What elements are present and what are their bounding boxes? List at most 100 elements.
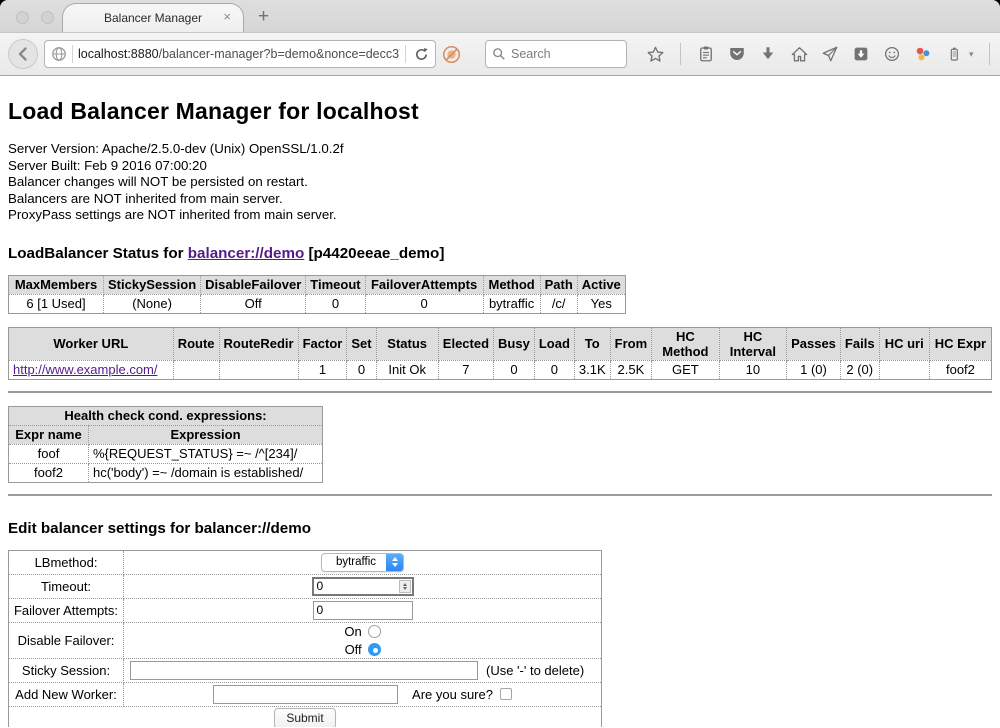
bookmark-star-icon[interactable] <box>645 44 665 64</box>
health-table-title: Health check cond. expressions: <box>9 406 323 425</box>
reload-icon[interactable] <box>411 44 431 64</box>
battery-extension-icon[interactable] <box>944 44 964 64</box>
table-header-row: MaxMembers StickySession DisableFailover… <box>9 275 626 294</box>
add-worker-input[interactable] <box>213 685 398 704</box>
table-row: foof %{REQUEST_STATUS} =~ /^[234]/ <box>9 444 323 463</box>
extension-colordots-icon[interactable] <box>913 44 933 64</box>
col-header: Busy <box>494 327 535 360</box>
form-row-lbmethod: LBmethod: bytraffic <box>9 550 602 574</box>
back-button[interactable] <box>8 39 38 69</box>
number-spinner-icon[interactable] <box>399 580 411 593</box>
worker-url-link[interactable]: http://www.example.com/ <box>13 362 158 377</box>
are-you-sure-checkbox[interactable] <box>500 688 512 700</box>
lbmethod-select[interactable]: bytraffic <box>321 553 404 572</box>
are-you-sure-label: Are you sure? <box>412 687 493 702</box>
save-to-device-icon[interactable] <box>851 44 871 64</box>
tab-bar: Balancer Manager × + <box>0 0 1000 32</box>
cell-to: 3.1K <box>574 360 610 379</box>
cell-set: 0 <box>347 360 376 379</box>
status-heading-prefix: LoadBalancer Status for <box>8 245 188 262</box>
sticky-session-input[interactable] <box>130 661 478 680</box>
failover-off-radio[interactable] <box>368 643 381 656</box>
cell-disablefailover: Off <box>201 294 306 313</box>
col-header: RouteRedir <box>219 327 298 360</box>
globe-icon <box>51 46 67 62</box>
tab-balancer-manager[interactable]: Balancer Manager × <box>62 3 244 32</box>
table-row: foof2 hc('body') =~ /domain is establish… <box>9 463 323 482</box>
tab-title: Balancer Manager <box>104 11 202 25</box>
cell-failoverattempts: 0 <box>365 294 483 313</box>
downloads-icon[interactable] <box>758 44 778 64</box>
lbmethod-label: LBmethod: <box>9 550 124 574</box>
reading-list-icon[interactable] <box>696 44 716 64</box>
divider <box>8 494 992 496</box>
col-header: HC uri <box>879 327 929 360</box>
back-arrow-icon <box>15 46 31 62</box>
col-header: Fails <box>840 327 879 360</box>
col-header: Worker URL <box>9 327 174 360</box>
toolbar-divider <box>680 43 681 65</box>
close-window-button[interactable] <box>16 11 29 24</box>
col-header: DisableFailover <box>201 275 306 294</box>
home-icon[interactable] <box>789 44 809 64</box>
form-row-failover-attempts: Failover Attempts: <box>9 598 602 622</box>
pocket-icon[interactable] <box>727 44 747 64</box>
cell-expression: %{REQUEST_STATUS} =~ /^[234]/ <box>89 444 323 463</box>
loadbalancer-status-heading: LoadBalancer Status for balancer://demo … <box>8 245 992 262</box>
submit-button[interactable]: Submit <box>274 708 335 727</box>
cell-expr-name: foof <box>9 444 89 463</box>
cell-load: 0 <box>534 360 574 379</box>
send-page-icon[interactable] <box>820 44 840 64</box>
new-tab-button[interactable]: + <box>258 6 269 28</box>
cell-from: 2.5K <box>610 360 652 379</box>
cell-busy: 0 <box>494 360 535 379</box>
failover-attempts-label: Failover Attempts: <box>9 598 124 622</box>
url-bar[interactable]: localhost:8880/balancer-manager?b=demo&n… <box>44 40 436 68</box>
page-title: Load Balancer Manager for localhost <box>8 76 992 125</box>
balancer-status-table: MaxMembers StickySession DisableFailover… <box>8 275 626 314</box>
search-placeholder: Search <box>511 47 551 61</box>
tab-close-icon[interactable]: × <box>223 10 231 23</box>
search-icon <box>492 47 506 61</box>
table-row: http://www.example.com/ 1 0 Init Ok 7 0 … <box>9 360 992 379</box>
col-header: HC Interval <box>719 327 786 360</box>
browser-window: Balancer Manager × + localhost:8880/bala… <box>0 0 1000 728</box>
add-worker-label: Add New Worker: <box>9 682 124 706</box>
toolbar-icons: ▾ <box>645 43 1000 65</box>
failover-on-radio[interactable] <box>368 625 381 638</box>
disable-failover-label: Disable Failover: <box>9 622 124 658</box>
col-header: MaxMembers <box>9 275 104 294</box>
health-check-table: Health check cond. expressions: Expr nam… <box>8 406 323 483</box>
col-header: Expression <box>89 425 323 444</box>
form-row-submit: Submit <box>9 706 602 727</box>
col-header: Method <box>483 275 540 294</box>
col-header: Load <box>534 327 574 360</box>
search-bar[interactable]: Search <box>485 40 627 68</box>
timeout-label: Timeout: <box>9 574 124 598</box>
minimize-window-button[interactable] <box>41 11 54 24</box>
failover-attempts-input[interactable] <box>313 601 413 620</box>
balancer-demo-link[interactable]: balancer://demo <box>188 245 304 262</box>
col-header: StickySession <box>104 275 201 294</box>
cell-routeredir <box>219 360 298 379</box>
col-header: Set <box>347 327 376 360</box>
navigation-toolbar: localhost:8880/balancer-manager?b=demo&n… <box>0 32 1000 76</box>
chevron-down-icon[interactable]: ▾ <box>969 49 974 60</box>
url-host: localhost:8880 <box>78 47 159 61</box>
feedback-smiley-icon[interactable] <box>882 44 902 64</box>
cell-active: Yes <box>577 294 625 313</box>
cell-elected: 7 <box>438 360 493 379</box>
edit-balancer-form: LBmethod: bytraffic Timeout: <box>8 550 602 727</box>
divider <box>8 391 992 393</box>
url-text[interactable]: localhost:8880/balancer-manager?b=demo&n… <box>78 47 400 61</box>
col-header: Passes <box>787 327 841 360</box>
cell-worker-url: http://www.example.com/ <box>9 360 174 379</box>
content-block-icon[interactable] <box>442 44 461 64</box>
url-divider <box>72 45 73 63</box>
server-version-line: Server Version: Apache/2.5.0-dev (Unix) … <box>8 141 992 158</box>
cell-expression: hc('body') =~ /domain is established/ <box>89 463 323 482</box>
form-row-disable-failover: Disable Failover: On Off <box>9 622 602 658</box>
cell-passes: 1 (0) <box>787 360 841 379</box>
cell-hc-method: GET <box>652 360 719 379</box>
cell-hc-expr: foof2 <box>929 360 991 379</box>
